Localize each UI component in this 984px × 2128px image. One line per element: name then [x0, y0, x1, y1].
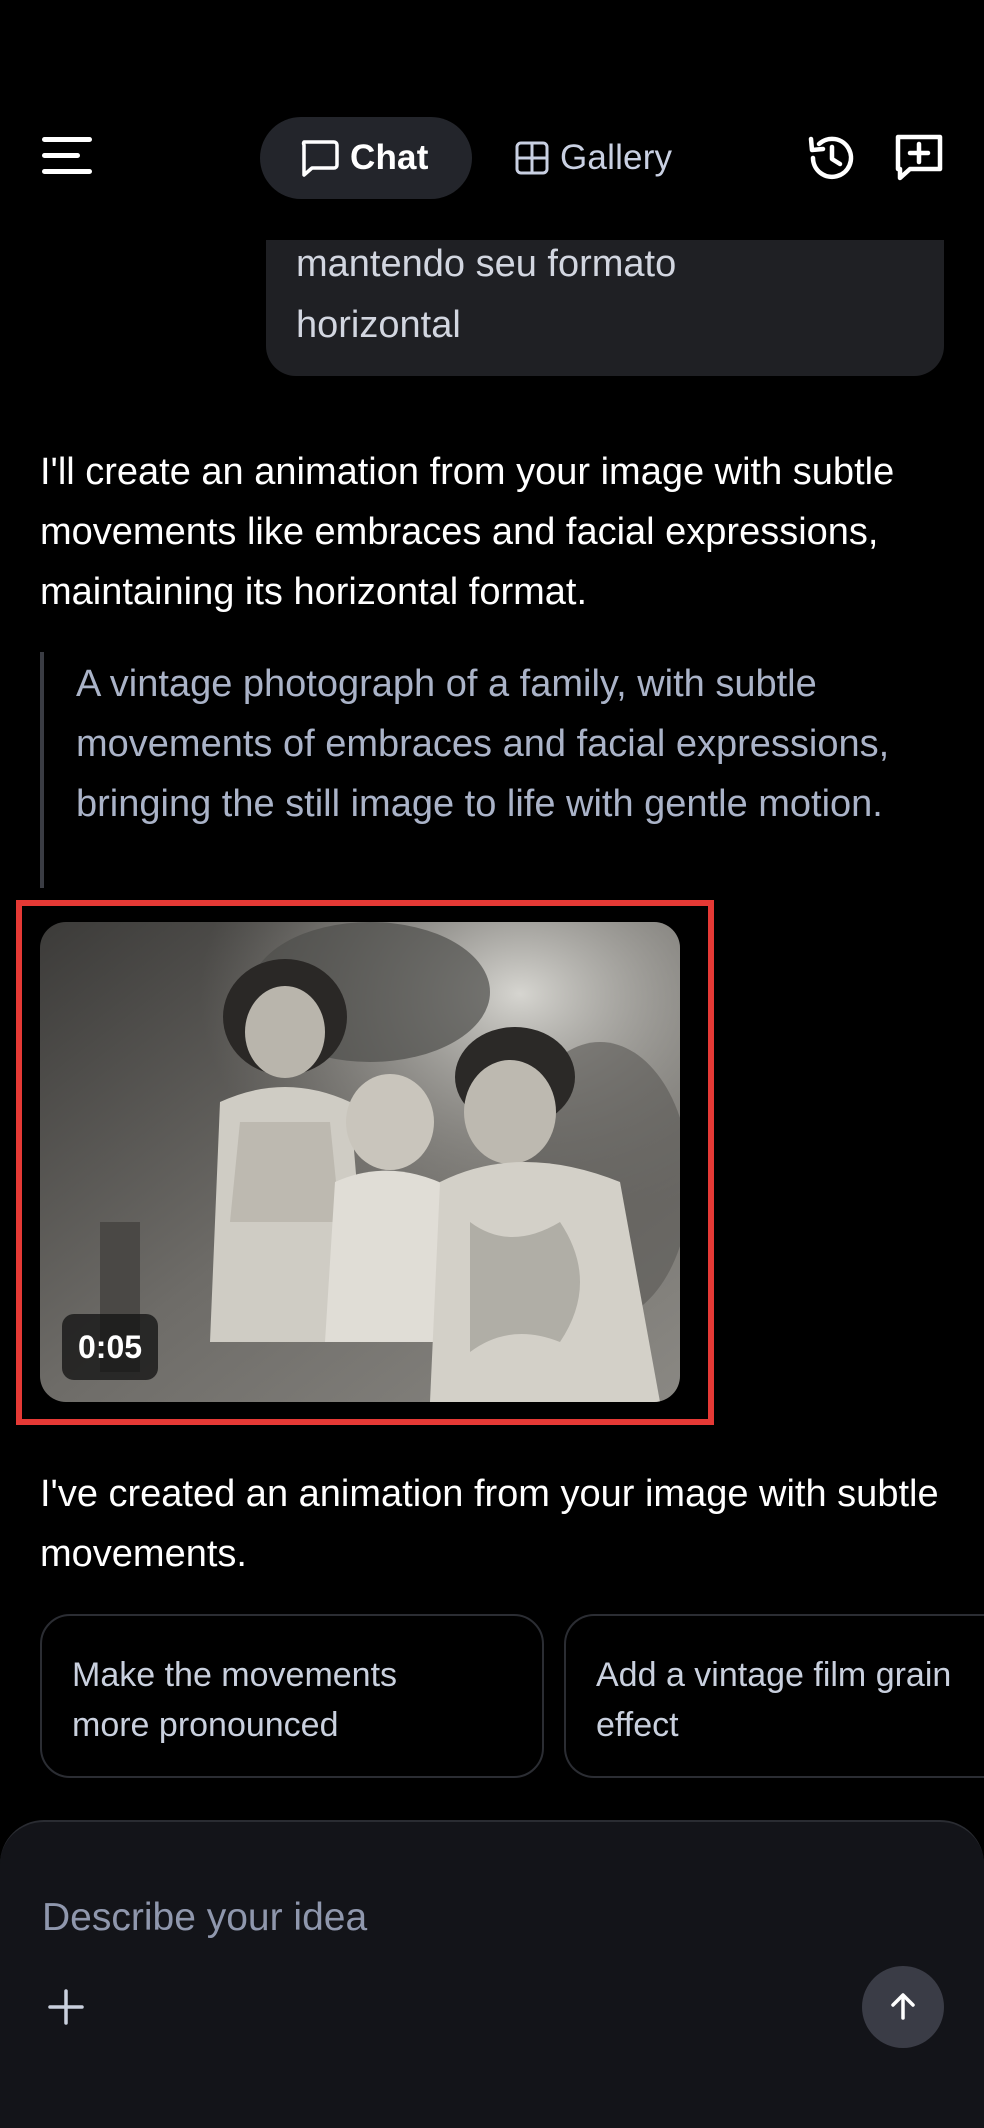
user-message-text: mantendo seu formato horizontal [296, 243, 677, 346]
plus-icon[interactable] [46, 1987, 86, 2027]
hamburger-menu-icon[interactable] [40, 133, 94, 181]
send-button[interactable] [862, 1966, 944, 2048]
assistant-message-intro: I'll create an animation from your image… [40, 451, 895, 613]
chat-bubble-icon [301, 140, 339, 177]
prompt-input[interactable] [42, 1888, 742, 1948]
prompt-quote-text: A vintage photograph of a family, with s… [76, 663, 890, 825]
suggestion-chip[interactable]: Add a vintage film grain effect [564, 1614, 984, 1778]
suggestion-chip-label: Make the movements more pronounced [72, 1656, 398, 1744]
prompt-quote: A vintage photograph of a family, with s… [40, 652, 940, 888]
assistant-message-followup: I've created an animation from your imag… [40, 1473, 939, 1575]
top-bar: Chat Gallery [0, 0, 984, 240]
tab-chat[interactable]: Chat [260, 117, 472, 199]
tab-chat-label: Chat [350, 138, 429, 177]
video-duration-badge: 0:05 [62, 1314, 159, 1380]
grid-icon [515, 141, 549, 175]
history-icon[interactable] [803, 129, 861, 187]
video-thumbnail[interactable]: 0:05 [40, 922, 680, 1402]
arrow-up-icon [891, 1993, 915, 2020]
new-chat-icon[interactable] [890, 129, 948, 187]
tab-gallery[interactable]: Gallery [500, 117, 710, 199]
suggestion-chip[interactable]: Make the movements more pronounced [40, 1614, 544, 1778]
suggestion-chip-label: Add a vintage film grain effect [596, 1656, 952, 1744]
tab-gallery-label: Gallery [560, 138, 673, 177]
composer [0, 1820, 984, 2128]
